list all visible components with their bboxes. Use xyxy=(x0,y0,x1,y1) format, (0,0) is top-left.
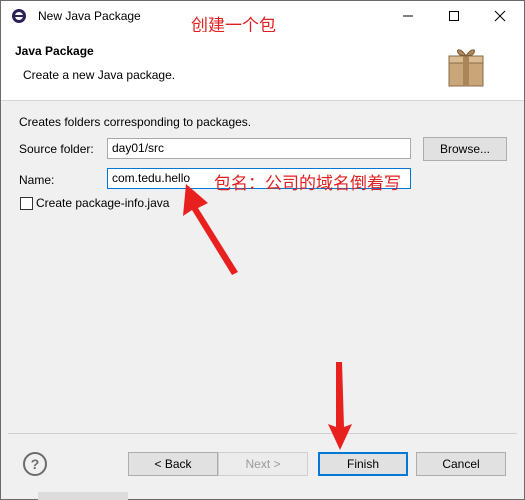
source-folder-label: Source folder: xyxy=(19,142,94,156)
package-icon xyxy=(448,49,484,87)
taskbar-fragment xyxy=(38,492,128,500)
dialog-window: New Java Package 创建一个包 Java Package Crea… xyxy=(0,0,525,500)
wizard-title: Java Package xyxy=(15,44,94,58)
name-label: Name: xyxy=(19,173,55,187)
back-button[interactable]: < Back xyxy=(128,452,218,476)
minimize-icon xyxy=(403,15,413,17)
minimize-button[interactable] xyxy=(385,1,431,32)
maximize-icon xyxy=(449,11,459,21)
eclipse-icon xyxy=(12,9,26,23)
window-title: New Java Package xyxy=(38,9,141,23)
source-folder-field[interactable]: day01/src xyxy=(107,138,411,159)
close-button[interactable] xyxy=(477,1,523,32)
create-package-info-checkbox[interactable] xyxy=(20,197,33,210)
next-button[interactable]: Next > xyxy=(218,452,308,476)
maximize-button[interactable] xyxy=(431,1,477,32)
finish-button[interactable]: Finish xyxy=(318,452,408,476)
cancel-button[interactable]: Cancel xyxy=(416,452,506,476)
wizard-subtitle: Create a new Java package. xyxy=(23,68,176,82)
footer-divider xyxy=(8,433,517,434)
create-package-info-label[interactable]: Create package-info.java xyxy=(36,196,169,210)
annotation-name-note: 包名：公司的域名倒着写 xyxy=(214,174,401,194)
title-bar[interactable]: New Java Package 创建一个包 xyxy=(1,1,524,36)
close-icon xyxy=(494,10,506,22)
help-icon[interactable]: ? xyxy=(23,452,47,476)
browse-button[interactable]: Browse... xyxy=(423,137,507,161)
description-text: Creates folders corresponding to package… xyxy=(19,115,252,129)
wizard-header: Java Package Create a new Java package. xyxy=(1,32,524,101)
